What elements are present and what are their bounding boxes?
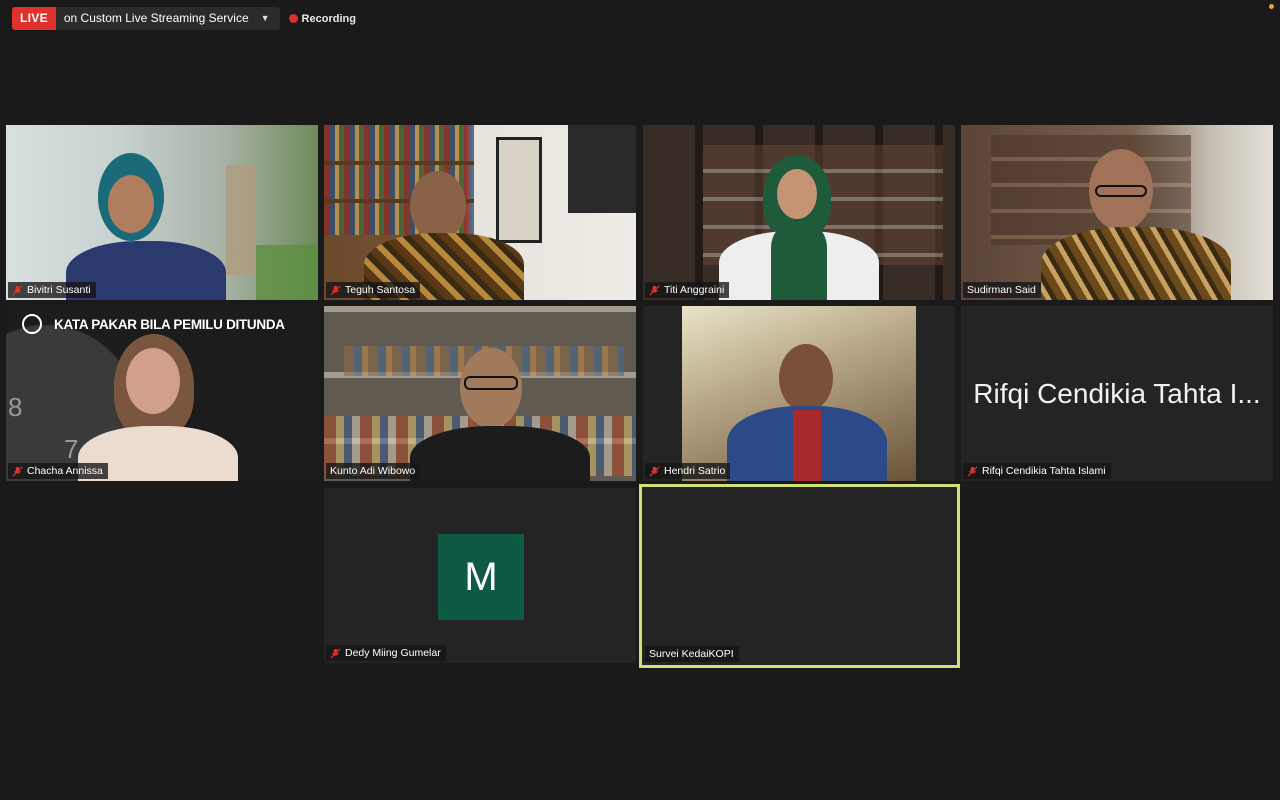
microphone-muted-icon [330,647,341,659]
participant-name-tag: Survei KedaiKOPI [645,646,739,662]
video-tile-dedy-miing-gumelar[interactable]: M Dedy Miing Gumelar [324,488,636,663]
video-tile-teguh-santosa[interactable]: Teguh Santosa [324,125,636,300]
video-feed [324,125,636,300]
chevron-down-icon: ▼ [260,13,270,23]
participant-name-tag: Chacha Annissa [8,463,108,479]
broadcast-title-overlay: KATA PAKAR BILA PEMILU DITUNDA [54,317,285,332]
meeting-status-bar: LIVE on Custom Live Streaming Service ▼ … [12,7,356,30]
video-tile-bivitri-susanti[interactable]: Bivitri Susanti [6,125,318,300]
video-tile-survei-kedaikopi[interactable]: Survei KedaiKOPI [639,484,960,668]
video-tile-hendri-satrio[interactable]: Hendri Satrio [643,306,955,481]
video-feed [961,125,1273,300]
live-stream-dropdown[interactable]: on Custom Live Streaming Service ▼ [55,7,280,30]
video-tile-kunto-adi-wibowo[interactable]: Kunto Adi Wibowo [324,306,636,481]
microphone-muted-icon [649,284,660,296]
video-feed [324,306,636,481]
video-tile-rifqi-cendikia-tahta-islami[interactable]: Rifqi Cendikia Tahta I... Rifqi Cendikia… [961,306,1273,481]
microphone-muted-icon [967,465,978,477]
video-tile-titi-anggraini[interactable]: Titi Anggraini [643,125,955,300]
video-off-name-display: Rifqi Cendikia Tahta I... [973,378,1261,409]
record-dot-icon [288,14,298,23]
video-feed [643,306,955,481]
logo-icon [22,314,42,334]
participant-name-tag: Hendri Satrio [645,463,731,479]
participant-name-tag: Teguh Santosa [326,282,421,298]
live-badge[interactable]: LIVE [12,7,56,30]
recording-label: Recording [301,12,356,25]
video-tile-chacha-annissa[interactable]: 8 7 KATA PAKAR BILA PEMILU DITUNDA Chach… [6,306,318,481]
participant-name-tag: Rifqi Cendikia Tahta Islami [963,463,1111,479]
video-tile-sudirman-said[interactable]: Sudirman Said [961,125,1273,300]
recording-indicator[interactable]: Recording [288,12,356,25]
microphone-muted-icon [12,465,23,477]
microphone-muted-icon [649,465,660,477]
stream-target-label: on Custom Live Streaming Service [63,11,249,25]
participant-name-tag: Bivitri Susanti [8,282,96,298]
avatar: M [438,534,524,620]
video-feed [6,125,318,300]
microphone-muted-icon [12,284,23,296]
video-feed [643,125,955,300]
participant-name-tag: Sudirman Said [963,282,1041,298]
video-feed: 8 7 [6,306,318,481]
participant-name-tag: Dedy Miing Gumelar [326,645,446,661]
participant-name-tag: Kunto Adi Wibowo [326,463,421,479]
microphone-muted-icon [330,284,341,296]
status-dot-icon [1269,4,1274,9]
participant-name-tag: Titi Anggraini [645,282,730,298]
